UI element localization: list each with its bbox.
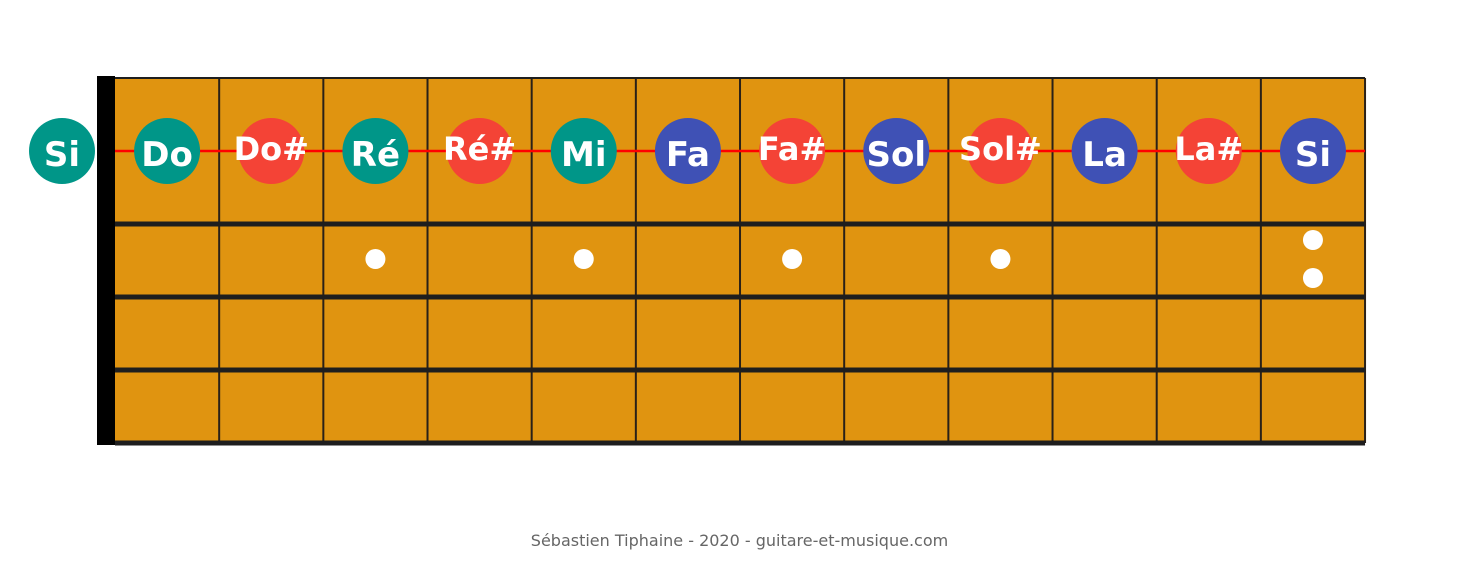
- inlay-dot-fret-9: [990, 249, 1011, 269]
- open-note-si: Si: [29, 118, 95, 184]
- note-fret-8: Sol: [863, 118, 930, 184]
- inlay-dot-fret-7: [782, 249, 803, 269]
- fretboard-diagram: Si Do Do# Ré Ré# Mi Fa Fa# Sol Sol# La La# Si: [29, 76, 1367, 446]
- open-note-si-label: Si: [44, 135, 80, 175]
- note-fret-1-label: Do: [141, 135, 193, 175]
- note-fret-3-label: Ré: [351, 135, 400, 175]
- note-fret-12: Si: [1279, 118, 1346, 184]
- note-fret-12-label: Si: [1295, 135, 1331, 175]
- note-fret-2-label: Do#: [234, 130, 309, 168]
- note-fret-8-label: Sol: [867, 135, 927, 175]
- credit-text: Sébastien Tiphaine - 2020 - guitare-et-m…: [530, 531, 949, 550]
- inlay-dot-fret-3: [365, 249, 386, 269]
- note-fret-6: Fa: [654, 118, 721, 184]
- note-fret-1: Do: [134, 118, 201, 184]
- inlay-dot-fret-12-b: [1302, 268, 1323, 288]
- inlay-dot-fret-5: [573, 249, 594, 269]
- nut: [97, 76, 115, 445]
- note-fret-3: Ré: [342, 118, 409, 184]
- note-fret-10-label: La: [1082, 135, 1127, 175]
- note-fret-6-label: Fa: [666, 135, 710, 175]
- inlay-dot-fret-12-a: [1302, 230, 1323, 250]
- note-fret-5-label: Mi: [561, 135, 607, 175]
- note-fret-9-label: Sol#: [959, 130, 1042, 168]
- note-fret-4-label: Ré#: [443, 130, 516, 168]
- note-fret-7-label: Fa#: [758, 130, 826, 168]
- note-fret-5: Mi: [550, 118, 617, 184]
- note-fret-10: La: [1071, 118, 1138, 184]
- note-fret-11-label: La#: [1174, 130, 1243, 168]
